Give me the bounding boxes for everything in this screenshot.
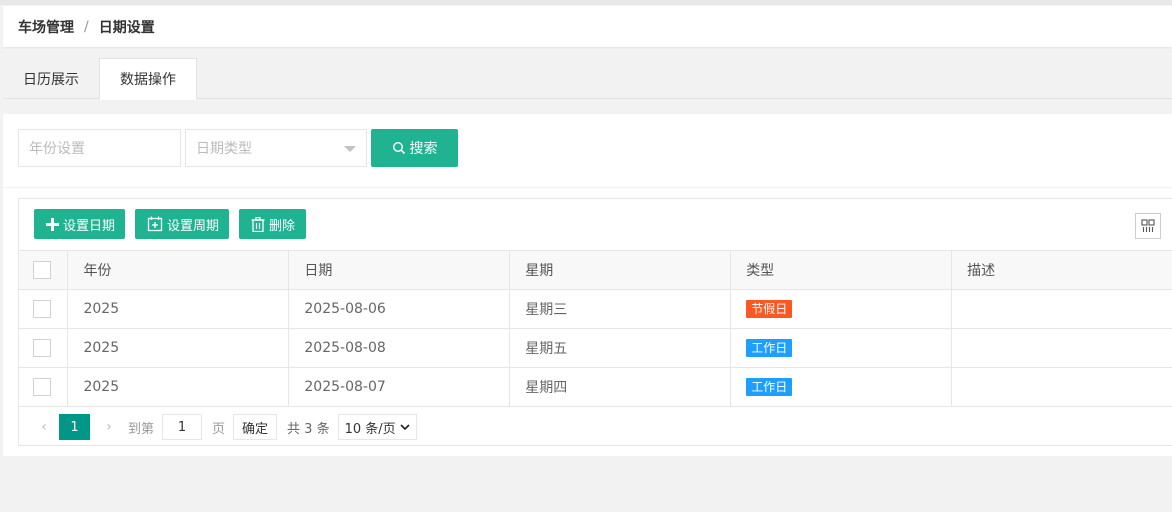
table-row[interactable]: 2025 2025-08-08 星期五 工作日 xyxy=(19,328,1172,368)
cell-date: 2025-08-08 xyxy=(288,328,511,368)
row-checkbox-cell xyxy=(19,328,69,368)
breadcrumb-separator: / xyxy=(84,18,89,35)
cell-description xyxy=(951,328,1172,368)
chevron-down-icon xyxy=(400,424,410,431)
search-button-label: 搜索 xyxy=(409,141,438,157)
chevron-right-icon[interactable]: › xyxy=(94,419,124,435)
date-type-placeholder: 日期类型 xyxy=(196,141,252,157)
row-checkbox-cell xyxy=(19,289,69,329)
type-badge: 节假日 xyxy=(746,300,793,318)
goto-page-input[interactable]: 1 xyxy=(162,414,203,440)
row-checkbox[interactable] xyxy=(33,378,51,397)
data-table: 年份 日期 星期 类型 描述 2025 2025-08-06 星期三 节假日 2… xyxy=(19,250,1172,407)
date-type-select[interactable]: 日期类型 xyxy=(185,129,367,167)
column-header-description[interactable]: 描述 xyxy=(951,250,1172,290)
cell-date: 2025-08-06 xyxy=(288,289,511,329)
table-row[interactable]: 2025 2025-08-06 星期三 节假日 xyxy=(19,289,1172,329)
set-date-label: 设置日期 xyxy=(63,218,116,234)
table-toolbar: 设置日期 设置周期 删除 xyxy=(19,199,1172,250)
tab-bar: 日历展示 数据操作 xyxy=(3,58,1172,100)
breadcrumb: 车场管理 / 日期设置 xyxy=(3,6,1172,47)
set-date-button[interactable]: 设置日期 xyxy=(34,209,125,239)
table-row[interactable]: 2025 2025-08-07 星期四 工作日 xyxy=(19,367,1172,407)
cell-type: 工作日 xyxy=(730,328,953,368)
page-current[interactable]: 1 xyxy=(59,414,90,440)
goto-label: 到第 xyxy=(128,421,155,437)
cell-weekday: 星期三 xyxy=(509,289,732,329)
column-header-year[interactable]: 年份 xyxy=(67,250,290,290)
column-header-type[interactable]: 类型 xyxy=(730,250,953,290)
top-border xyxy=(0,0,1172,5)
column-filter-button[interactable] xyxy=(1135,213,1161,239)
page-size-select[interactable]: 10 条/页 xyxy=(337,414,417,440)
cell-year: 2025 xyxy=(67,367,290,407)
year-input[interactable]: 年份设置 xyxy=(18,129,181,167)
cell-description xyxy=(951,289,1172,329)
page-size-value: 10 条/页 xyxy=(344,421,396,437)
cell-type: 工作日 xyxy=(730,367,953,407)
set-week-label: 设置周期 xyxy=(167,218,220,234)
search-panel: 年份设置 日期类型 搜索 xyxy=(3,114,1172,187)
row-checkbox[interactable] xyxy=(33,300,51,318)
plus-icon xyxy=(46,217,59,231)
header-checkbox-cell xyxy=(19,250,69,290)
column-header-date[interactable]: 日期 xyxy=(288,250,511,290)
goto-confirm-button[interactable]: 确定 xyxy=(233,414,278,440)
chevron-left-icon[interactable]: ‹ xyxy=(29,419,59,435)
row-checkbox-cell xyxy=(19,367,69,407)
set-week-button[interactable]: 设置周期 xyxy=(135,209,229,239)
cell-year: 2025 xyxy=(67,289,290,329)
columns-icon xyxy=(1141,219,1155,232)
cell-weekday: 星期四 xyxy=(509,367,732,407)
tab-calendar-view[interactable]: 日历展示 xyxy=(3,58,99,99)
dropdown-caret-icon xyxy=(344,146,356,152)
type-badge: 工作日 xyxy=(746,339,793,357)
delete-button[interactable]: 删除 xyxy=(239,209,306,239)
tab-data-operation[interactable]: 数据操作 xyxy=(99,58,197,100)
calendar-add-icon xyxy=(147,216,163,232)
cell-type: 节假日 xyxy=(730,289,953,329)
cell-weekday: 星期五 xyxy=(509,328,732,368)
search-button[interactable]: 搜索 xyxy=(371,129,458,167)
cell-description xyxy=(951,367,1172,407)
type-badge: 工作日 xyxy=(746,378,793,397)
column-header-weekday[interactable]: 星期 xyxy=(509,250,732,290)
search-icon xyxy=(392,141,405,155)
breadcrumb-current: 日期设置 xyxy=(98,19,155,36)
total-count: 共 3 条 xyxy=(287,421,330,437)
cell-date: 2025-08-07 xyxy=(288,367,511,407)
data-table-container: 设置日期 设置周期 删除 年份 日期 星期 类型 描述 2025 2025-08… xyxy=(18,198,1172,446)
cell-year: 2025 xyxy=(67,328,290,368)
select-all-checkbox[interactable] xyxy=(33,261,51,279)
delete-label: 删除 xyxy=(269,218,296,234)
page-unit-label: 页 xyxy=(212,421,226,437)
table-panel: 设置日期 设置周期 删除 年份 日期 星期 类型 描述 2025 2025-08… xyxy=(3,188,1172,456)
pagination: ‹ 1 › 到第 1 页 确定 共 3 条 10 条/页 xyxy=(19,406,1172,447)
trash-icon xyxy=(251,216,265,232)
table-header-row: 年份 日期 星期 类型 描述 xyxy=(19,250,1172,290)
breadcrumb-root[interactable]: 车场管理 xyxy=(18,17,74,37)
row-checkbox[interactable] xyxy=(33,339,51,357)
